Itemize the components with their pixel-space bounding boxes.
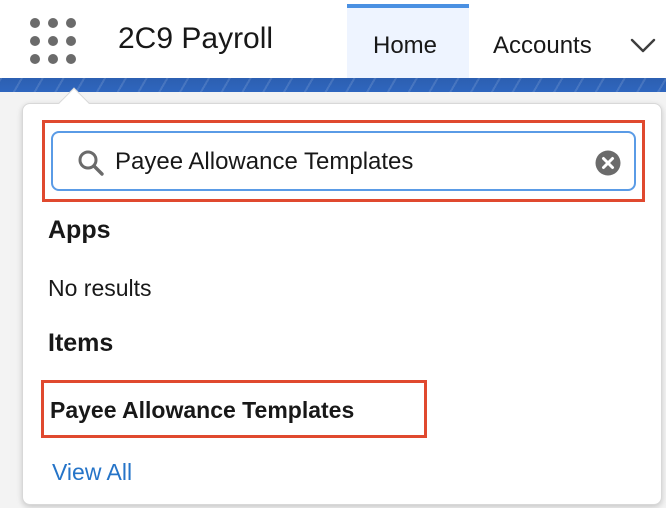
brand-pattern	[0, 78, 666, 92]
tab-accounts[interactable]: Accounts	[493, 4, 666, 78]
search-icon	[78, 150, 104, 176]
global-nav-bar: 2C9 Payroll Home Accounts	[0, 0, 666, 78]
search-field[interactable]	[51, 131, 636, 191]
items-heading: Items	[48, 329, 114, 357]
chevron-down-icon[interactable]	[629, 34, 657, 56]
result-highlight: Payee Allowance Templates	[41, 380, 427, 438]
apps-no-results: No results	[48, 275, 152, 301]
apps-heading: Apps	[48, 216, 111, 244]
tab-home[interactable]: Home	[347, 4, 469, 78]
app-launcher-dropdown: Apps No results Items Payee Allowance Te…	[22, 87, 662, 505]
clear-icon[interactable]	[595, 150, 621, 176]
view-all-link[interactable]: View All	[52, 459, 132, 486]
tab-accounts-label: Accounts	[493, 32, 592, 59]
tab-home-label: Home	[373, 32, 438, 59]
search-highlight	[42, 120, 645, 202]
search-input[interactable]	[115, 147, 585, 177]
app-launcher-grid-icon[interactable]	[30, 18, 76, 64]
app-name: 2C9 Payroll	[118, 22, 274, 55]
result-item-payee-allowance-templates[interactable]: Payee Allowance Templates	[50, 397, 354, 424]
